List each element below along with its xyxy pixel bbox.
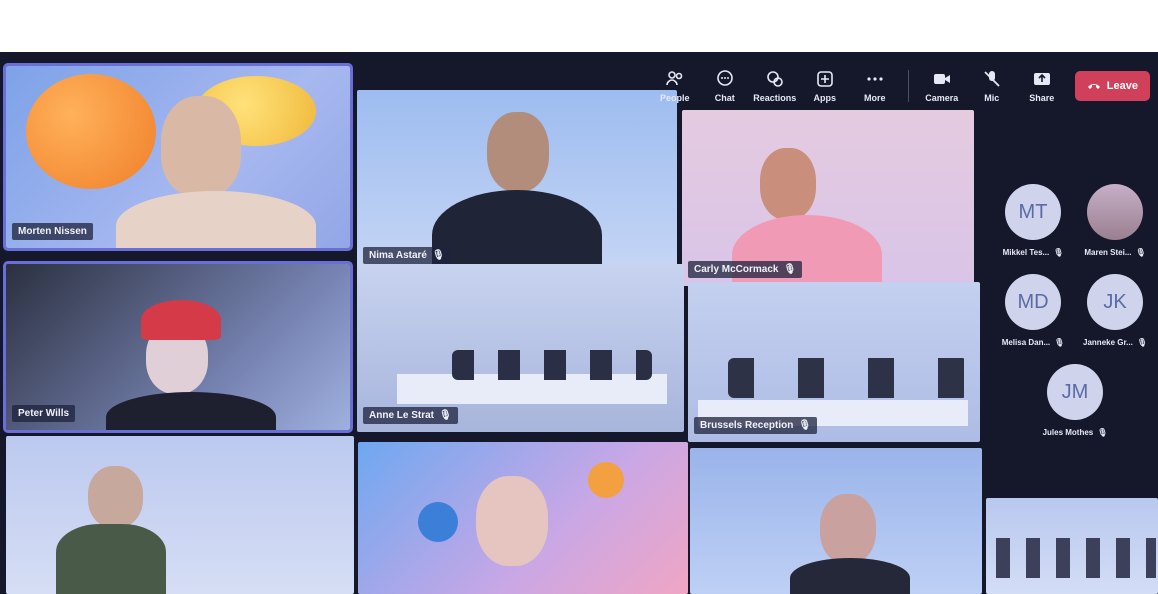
meeting-toolbar: People Chat Reactions Apps More Camera M… — [652, 58, 1150, 114]
participant-body — [106, 392, 276, 430]
participant-label: Melisa Dan... 🎙 — [1001, 338, 1065, 347]
participant-avatar-tile[interactable]: MT Mikkel Tes... 🎙 — [993, 184, 1073, 257]
participant-figure — [161, 96, 241, 196]
reactions-icon — [766, 71, 783, 87]
participant-label: Jules Mothes 🎙 — [1042, 428, 1108, 437]
participant-body — [116, 191, 316, 248]
participant-label: Mikkel Tes... 🎙 — [1002, 248, 1064, 257]
video-tile-bottom-4[interactable] — [986, 498, 1158, 594]
avatar: JM — [1047, 364, 1103, 420]
participant-body — [432, 190, 602, 272]
participant-avatar-tile[interactable]: JK Janneke Gr... 🎙 — [1075, 274, 1155, 347]
share-button[interactable]: Share — [1019, 61, 1065, 111]
people-button[interactable]: People — [652, 61, 698, 111]
phone-hangup-icon — [1087, 84, 1100, 89]
participant-name: Morten Nissen — [12, 223, 93, 240]
participant-name: Carly McCormack 🎙 — [688, 261, 803, 278]
balloon-orange — [26, 74, 156, 189]
mic-button[interactable]: Mic — [969, 61, 1015, 111]
video-tile-anne[interactable]: Anne Le Strat 🎙 — [357, 264, 684, 432]
participant-name: Brussels Reception 🎙 — [694, 417, 818, 434]
mic-muted-icon: 🎙 — [1054, 338, 1065, 347]
camera-button[interactable]: Camera — [919, 61, 965, 111]
chat-icon — [716, 70, 733, 86]
participant-figure — [760, 148, 816, 220]
participant-name: Peter Wills — [12, 405, 76, 422]
participant-figure — [476, 476, 548, 566]
avatar — [1087, 184, 1143, 240]
participant-avatar-tile[interactable]: Maren Stei... 🎙 — [1075, 184, 1155, 257]
room-people — [452, 350, 652, 380]
people-icon — [665, 71, 683, 86]
more-button[interactable]: More — [852, 61, 898, 111]
mic-muted-icon: 🎙 — [1097, 428, 1108, 437]
video-tile-brussels[interactable]: Brussels Reception 🎙 — [688, 282, 980, 442]
share-icon — [1033, 73, 1050, 85]
mic-muted-icon: 🎙 — [1136, 338, 1147, 347]
video-tile-bottom-2[interactable] — [358, 442, 688, 594]
participant-figure — [487, 112, 549, 192]
participant-figure — [820, 494, 876, 564]
balloon-orange — [588, 462, 624, 498]
video-tile-morten[interactable]: Morten Nissen — [3, 63, 353, 251]
apps-icon — [816, 71, 833, 87]
participant-name: Anne Le Strat 🎙 — [363, 407, 458, 424]
participant-label: Maren Stei... 🎙 — [1084, 248, 1146, 257]
mic-muted-icon: 🎙 — [439, 410, 452, 421]
avatar: MT — [1005, 184, 1061, 240]
balloon-blue — [418, 502, 458, 542]
video-tile-carly[interactable]: Carly McCormack 🎙 — [682, 110, 974, 286]
meeting-window: Morten Nissen Nima Astaré 🎙 Carly McCorma… — [0, 52, 1158, 594]
camera-icon — [933, 74, 950, 84]
participant-figure — [88, 466, 143, 528]
mic-muted-icon: 🎙 — [798, 420, 812, 431]
participant-avatar-tile[interactable]: JM Jules Mothes 🎙 — [1035, 364, 1115, 437]
video-tile-bottom-1[interactable] — [6, 436, 354, 594]
room-people — [996, 538, 1156, 578]
more-icon — [867, 77, 883, 81]
apps-button[interactable]: Apps — [802, 61, 848, 111]
reactions-button[interactable]: Reactions — [752, 61, 798, 111]
participant-avatar-tile[interactable]: MD Melisa Dan... 🎙 — [993, 274, 1073, 347]
mic-muted-icon: 🎙 — [783, 264, 797, 275]
video-tile-bottom-3[interactable] — [690, 448, 982, 594]
participant-label: Janneke Gr... 🎙 — [1083, 338, 1147, 347]
avatar: JK — [1087, 274, 1143, 330]
participant-body — [56, 524, 166, 594]
room-people — [728, 358, 968, 398]
santa-hat — [141, 300, 221, 340]
video-tile-peter[interactable]: Peter Wills — [3, 261, 353, 433]
participant-name: Nima Astaré 🎙 — [363, 247, 451, 264]
participants-panel: MT Mikkel Tes... 🎙 Maren Stei... 🎙 MD Meli… — [983, 116, 1158, 496]
toolbar-divider — [907, 70, 909, 102]
leave-button[interactable]: Leave — [1074, 71, 1150, 101]
avatar: MD — [1005, 274, 1061, 330]
video-tile-nima[interactable]: Nima Astaré 🎙 — [357, 90, 677, 272]
participant-body — [790, 558, 910, 594]
mic-muted-icon: 🎙 — [1135, 248, 1146, 257]
chat-button[interactable]: Chat — [702, 61, 748, 111]
mic-muted-icon: 🎙 — [432, 250, 445, 261]
mic-muted-icon: 🎙 — [1053, 248, 1064, 257]
mic-off-icon — [984, 71, 1000, 87]
